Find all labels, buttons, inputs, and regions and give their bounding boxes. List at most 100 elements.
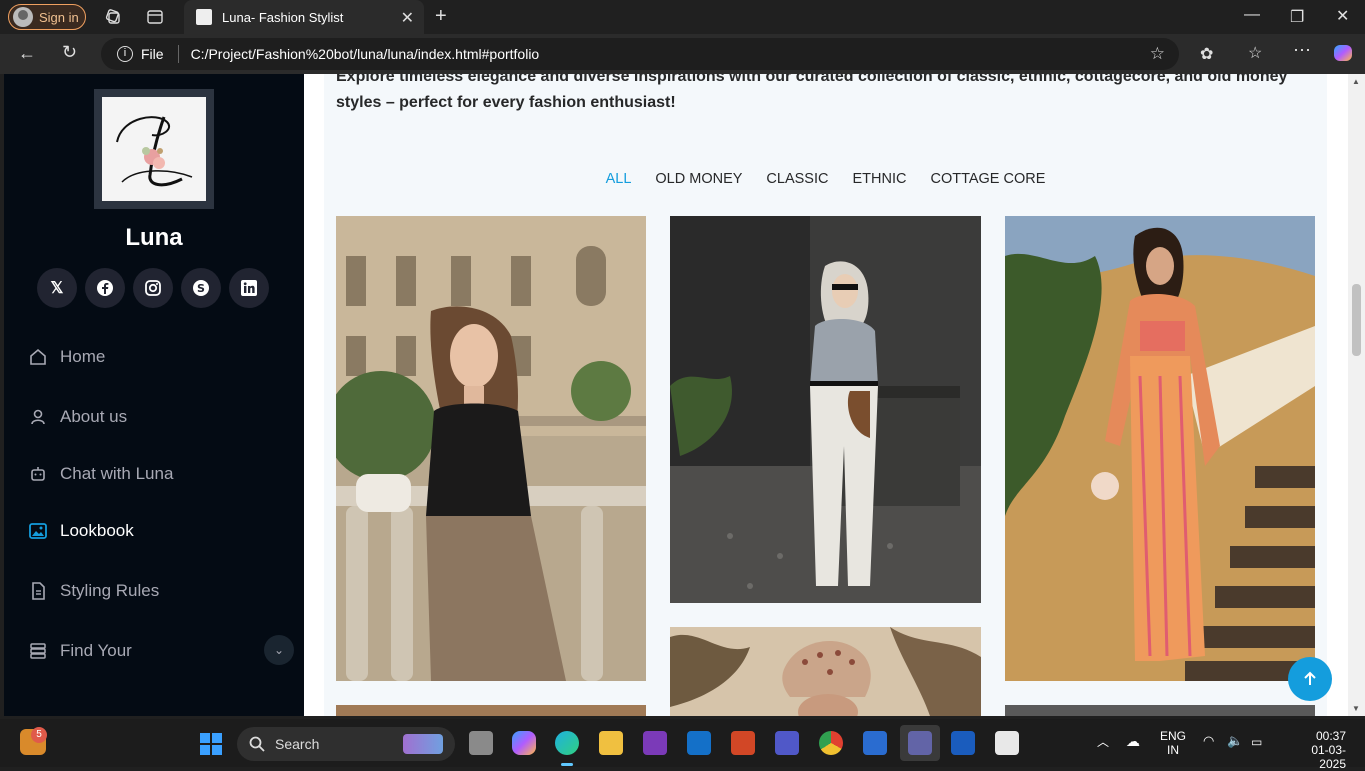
site-info-icon[interactable]: i <box>117 46 133 62</box>
url-text: C:/Project/Fashion%20bot/luna/luna/index… <box>190 46 540 62</box>
document-icon <box>28 581 48 601</box>
close-window-icon[interactable]: ✕ <box>1336 6 1349 26</box>
search-placeholder: Search <box>275 736 320 752</box>
nav-item-lookbook[interactable]: Lookbook <box>28 513 288 549</box>
onenote-icon[interactable] <box>643 731 667 755</box>
language-indicator[interactable]: ENG IN <box>1160 729 1186 757</box>
arrow-up-icon <box>1304 671 1316 685</box>
windows-start-icon[interactable] <box>199 732 223 761</box>
tab-favicon-icon <box>196 9 212 25</box>
taskbar-search[interactable]: Search <box>237 727 455 761</box>
luna-logo <box>102 97 206 201</box>
refresh-icon[interactable]: ↻ <box>62 42 77 63</box>
search-highlight-icon <box>403 734 443 754</box>
social-links: 𝕏 S <box>37 268 269 308</box>
task-view-icon[interactable] <box>469 731 493 755</box>
nav-item-find-your[interactable]: Find Your ⌄ <box>28 633 294 669</box>
instagram-icon[interactable] <box>133 268 173 308</box>
taskbar: 5 Search ︿ ☁ ENG IN ◠ 🔈 ▭ 00:37 01-03-20… <box>0 719 1365 771</box>
portfolio-photo-old-money[interactable] <box>336 216 646 681</box>
portfolio-photo-partial[interactable] <box>1005 705 1315 716</box>
twitter-x-icon[interactable]: 𝕏 <box>37 268 77 308</box>
nav-item-about[interactable]: About us <box>28 399 288 435</box>
extensions-icon[interactable]: ✿ <box>1200 44 1213 64</box>
skype-icon[interactable]: S <box>181 268 221 308</box>
page-scrollbar[interactable]: ▲ ▼ <box>1348 74 1365 716</box>
portfolio-photo-partial[interactable] <box>336 705 646 716</box>
home-icon <box>28 347 48 367</box>
tray-overflow-icon[interactable]: ︿ <box>1097 735 1109 749</box>
chrome-icon[interactable] <box>819 731 843 755</box>
filter-old-money[interactable]: OLD MONEY <box>655 171 742 187</box>
nav-label-lookbook: Lookbook <box>60 521 134 540</box>
active-app-indicator <box>561 763 573 766</box>
filter-all[interactable]: ALL <box>606 171 632 187</box>
copilot-app-icon[interactable] <box>512 731 536 755</box>
word-icon[interactable] <box>951 731 975 755</box>
workspaces-icon[interactable] <box>104 8 122 31</box>
sign-in-label: Sign in <box>39 9 79 25</box>
teams-chat-icon[interactable] <box>908 731 932 755</box>
favorites-icon[interactable]: ☆ <box>1248 43 1262 63</box>
nav-item-styling-rules[interactable]: Styling Rules <box>28 573 288 609</box>
tab-title: Luna- Fashion Stylist <box>222 9 344 25</box>
nav-label-about: About us <box>60 407 128 426</box>
filter-classic[interactable]: CLASSIC <box>766 171 828 187</box>
nav-item-chat[interactable]: Chat with Luna <box>28 456 288 492</box>
browser-tab-bar: Sign in Luna- Fashion Stylist ✕ + — ❐ ✕ <box>0 0 1365 34</box>
scrollbar-thumb[interactable] <box>1352 284 1361 356</box>
copilot-icon[interactable] <box>1332 42 1354 69</box>
list-icon <box>28 641 48 661</box>
battery-icon[interactable]: ▭ <box>1251 735 1262 749</box>
site-name: Luna <box>125 224 183 251</box>
images-icon <box>28 521 48 541</box>
linkedin-icon[interactable] <box>229 268 269 308</box>
store-icon[interactable] <box>863 731 887 755</box>
facebook-icon[interactable] <box>85 268 125 308</box>
profile-avatar-icon <box>13 7 33 27</box>
teams-icon[interactable] <box>775 731 799 755</box>
filter-ethnic[interactable]: ETHNIC <box>852 171 906 187</box>
wifi-icon[interactable]: ◠ <box>1203 734 1214 748</box>
url-field[interactable]: i File C:/Project/Fashion%20bot/luna/lun… <box>101 38 1179 70</box>
close-tab-icon[interactable]: ✕ <box>401 8 414 28</box>
minimize-icon[interactable]: — <box>1244 6 1260 24</box>
edge-browser-icon[interactable] <box>555 731 579 755</box>
volume-icon[interactable]: 🔈 <box>1227 734 1243 748</box>
url-separator <box>177 45 179 63</box>
more-menu-icon[interactable]: ⋯ <box>1293 40 1311 61</box>
outlook-icon[interactable] <box>687 731 711 755</box>
back-to-top-button[interactable] <box>1288 657 1332 701</box>
favorite-star-icon[interactable]: ☆ <box>1150 44 1165 64</box>
powerpoint-icon[interactable] <box>731 731 755 755</box>
url-scheme-label: File <box>141 46 164 62</box>
logo-frame <box>94 89 214 209</box>
portfolio-intro-text: Explore timeless elegance and diverse in… <box>336 74 1288 111</box>
chevron-down-icon[interactable]: ⌄ <box>264 635 294 665</box>
active-tab[interactable]: Luna- Fashion Stylist ✕ <box>184 0 424 34</box>
portfolio-filters: ALL OLD MONEY CLASSIC ETHNIC COTTAGE COR… <box>324 171 1327 187</box>
portfolio-photo-cottage-core[interactable] <box>670 627 981 716</box>
clock[interactable]: 00:37 01-03-2025 <box>1286 729 1346 771</box>
robot-icon <box>28 464 48 484</box>
nav-item-home[interactable]: Home <box>28 339 288 375</box>
scroll-up-icon[interactable]: ▲ <box>1352 77 1360 86</box>
address-bar-row: ← ↻ i File C:/Project/Fashion%20bot/luna… <box>0 34 1365 74</box>
sign-in-button[interactable]: Sign in <box>8 4 86 30</box>
back-icon[interactable]: ← <box>18 43 36 64</box>
portfolio-photo-ethnic[interactable] <box>1005 216 1315 681</box>
scroll-down-icon[interactable]: ▼ <box>1352 704 1360 713</box>
snipping-tool-icon[interactable] <box>995 731 1019 755</box>
file-explorer-icon[interactable] <box>599 731 623 755</box>
filter-cottage-core[interactable]: COTTAGE CORE <box>930 171 1045 187</box>
nav-label-chat: Chat with Luna <box>60 464 174 483</box>
portfolio-section: Explore timeless elegance and diverse in… <box>324 74 1327 716</box>
onedrive-icon[interactable]: ☁ <box>1126 734 1140 748</box>
portfolio-photo-classic[interactable] <box>670 216 981 603</box>
new-tab-icon[interactable]: + <box>435 5 447 28</box>
svg-text:S: S <box>197 282 205 295</box>
nav-label-styling-rules: Styling Rules <box>60 581 160 600</box>
tab-actions-icon[interactable] <box>146 8 164 31</box>
notification-badge: 5 <box>31 727 47 743</box>
restore-icon[interactable]: ❐ <box>1290 7 1304 27</box>
